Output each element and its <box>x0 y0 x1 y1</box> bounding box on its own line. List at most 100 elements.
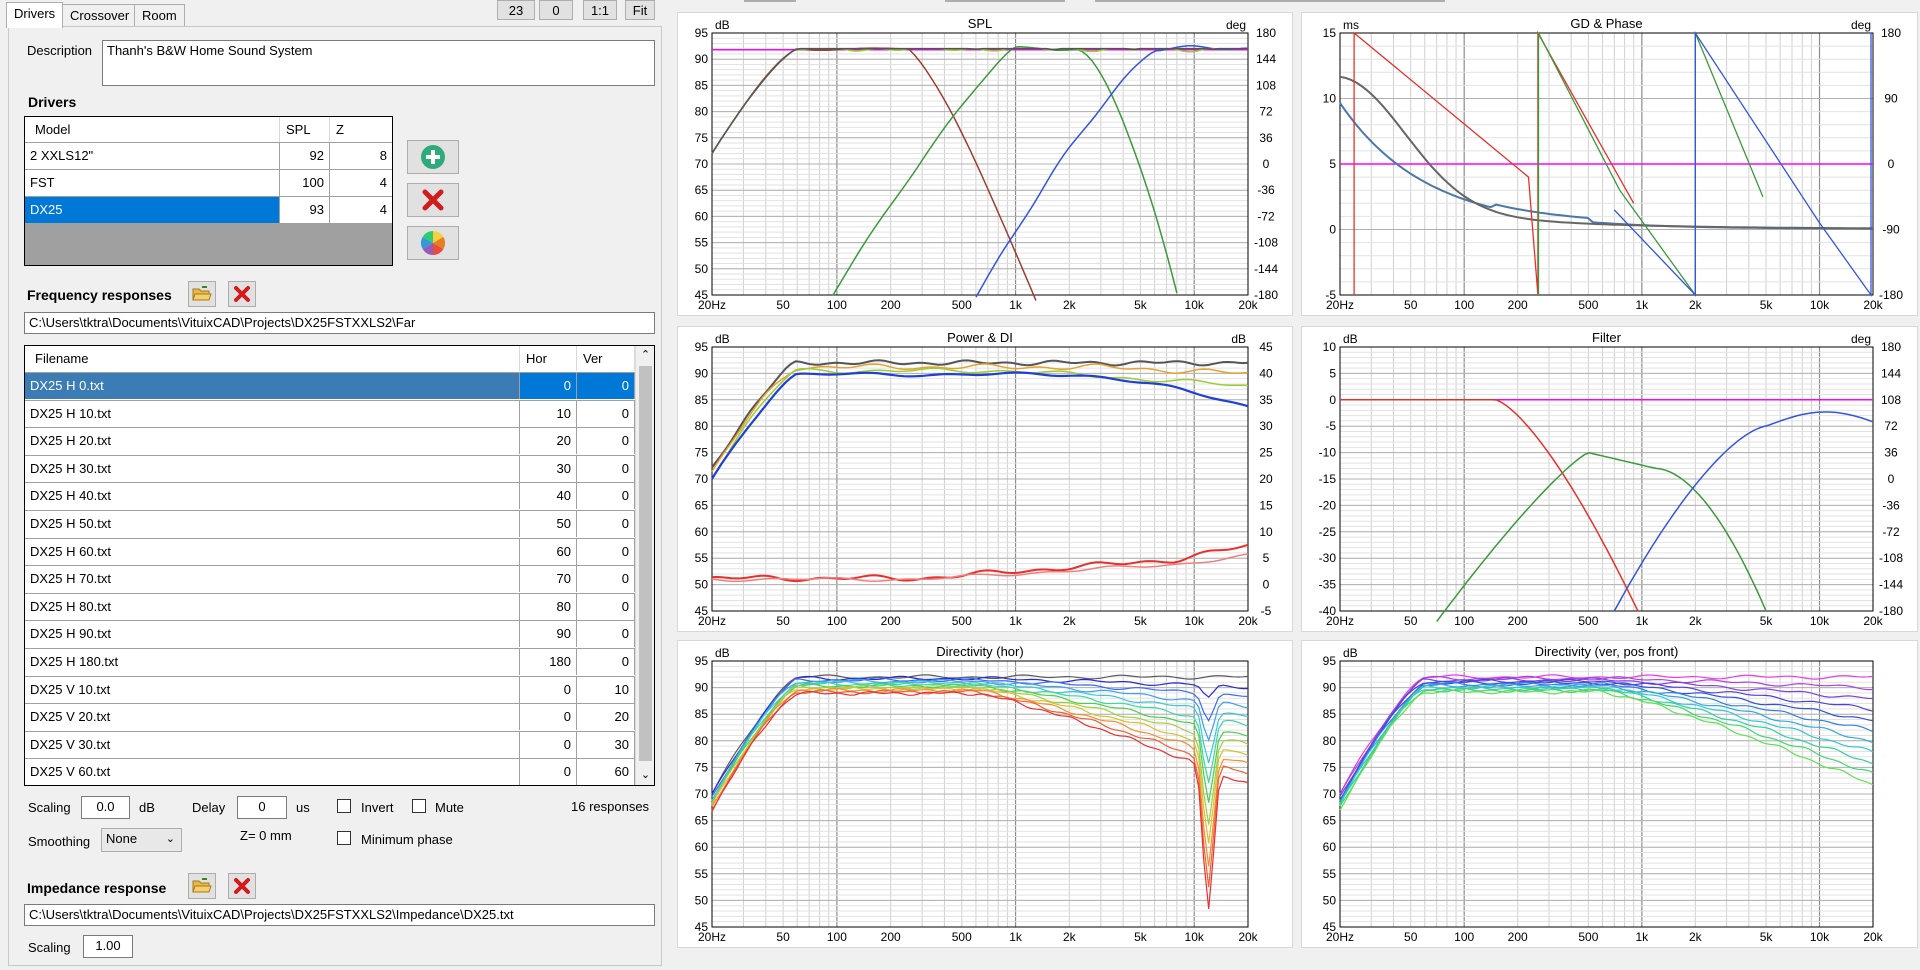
y-tick-label: 85 <box>695 393 709 407</box>
hidden-toolbar-edge <box>1095 0 1445 2</box>
toolbar-zero-button[interactable]: 0 <box>539 0 573 20</box>
frequency-ver: 20 <box>577 704 635 731</box>
frequency-responses-table: Filename Hor Ver DX25 H 0.txt 0 0 DX25 H 10… <box>24 345 655 786</box>
driver-spl: 100 <box>280 170 330 196</box>
scroll-up-icon[interactable]: ⌃ <box>636 346 654 364</box>
toolbar-1to1-button[interactable]: 1:1 <box>583 0 617 20</box>
impedance-path-field[interactable]: C:\Users\tktra\Documents\VituixCAD\Proje… <box>24 904 655 926</box>
invert-checkbox[interactable] <box>337 799 351 813</box>
open-frequency-folder-button[interactable] <box>188 281 216 307</box>
scrollbar-thumb[interactable] <box>639 366 652 761</box>
x-tick-label: 5k <box>1760 614 1774 628</box>
scrollbar[interactable]: ⌃ ⌄ <box>635 346 654 785</box>
y-tick-label: -20 <box>1319 498 1337 512</box>
scaling-field[interactable]: 0.0 <box>81 796 130 819</box>
frequency-row[interactable]: DX25 H 70.txt 70 0 <box>25 565 635 593</box>
frequency-row[interactable]: DX25 V 60.txt 0 60 <box>25 758 635 785</box>
scroll-down-icon[interactable]: ⌄ <box>636 766 654 784</box>
x-tick-label: 200 <box>881 298 901 312</box>
y-tick-label: 65 <box>695 498 709 512</box>
x-tick-label: 20Hz <box>1326 614 1354 628</box>
color-wheel-icon <box>420 231 446 255</box>
frequency-row[interactable]: DX25 H 10.txt 10 0 <box>25 399 635 427</box>
x-tick-label: 1k <box>1636 930 1650 944</box>
driver-row-selected[interactable]: DX25 93 4 <box>25 196 392 223</box>
smoothing-select[interactable]: None ⌄ <box>101 828 182 852</box>
tab-room[interactable]: Room <box>134 4 185 26</box>
delay-unit: us <box>296 800 310 815</box>
driver-row[interactable]: 2 XXLS12" 92 8 <box>25 142 392 169</box>
x-tick-label: 20Hz <box>1326 298 1354 312</box>
column-header-model[interactable]: Model <box>25 117 280 142</box>
description-field[interactable]: Thanh's B&W Home Sound System <box>102 40 655 86</box>
frequency-row[interactable]: DX25 H 50.txt 50 0 <box>25 510 635 537</box>
folder-open-icon <box>192 286 212 301</box>
frequency-row[interactable]: DX25 V 30.txt 0 30 <box>25 730 635 758</box>
column-header-filename[interactable]: Filename <box>25 346 520 371</box>
add-driver-button[interactable] <box>407 140 459 174</box>
frequency-row[interactable]: DX25 V 20.txt 0 20 <box>25 703 635 731</box>
driver-row[interactable]: FST 100 4 <box>25 169 392 196</box>
column-header-hor[interactable]: Hor <box>520 346 577 371</box>
toolbar-fit-button[interactable]: Fit <box>625 0 655 20</box>
tab-drivers[interactable]: Drivers <box>6 2 64 28</box>
directivity-ver-chart[interactable]: 95 90 85 80 75 70 65 60 55 50 45 20Hz 50 100 200 500 1k 2… <box>1301 640 1918 948</box>
frequency-row-selected[interactable]: DX25 H 0.txt 0 0 <box>25 372 635 399</box>
clear-impedance-button[interactable] <box>228 873 256 899</box>
gd-phase-chart[interactable]: 15 10 5 0 -5 180 90 0 -90 -180 deg 20Hz 50 100 200 500 1… <box>1301 12 1918 316</box>
y2-tick-label: 90 <box>1884 92 1898 106</box>
chevron-down-icon: ⌄ <box>165 833 175 845</box>
frequency-row[interactable]: DX25 V 10.txt 0 10 <box>25 675 635 703</box>
x-tick-label: 10k <box>1185 930 1205 944</box>
drivers-table-empty-area <box>25 223 392 265</box>
y2-tick-label: 72 <box>1884 419 1898 433</box>
column-header-spl[interactable]: SPL <box>280 117 330 142</box>
frequency-row[interactable]: DX25 H 60.txt 60 0 <box>25 537 635 565</box>
frequency-row[interactable]: DX25 H 40.txt 40 0 <box>25 482 635 510</box>
y-tick-label: 95 <box>1323 654 1337 668</box>
smoothing-label: Smoothing <box>28 834 91 849</box>
y2-tick-label: 72 <box>1259 105 1273 119</box>
y2-tick-label: 45 <box>1259 340 1273 354</box>
frequency-row[interactable]: DX25 H 180.txt 180 0 <box>25 648 635 675</box>
filter-chart[interactable]: 10 5 0 -5 -10 -15 -20 -25 -30 -35 -40 180 144 108 72 36… <box>1301 326 1918 632</box>
minimum-phase-checkbox[interactable] <box>337 831 351 845</box>
drivers-table: Model SPL Z 2 XXLS12" 92 8 FST 100 4 DX2… <box>24 116 393 266</box>
y2-tick-label: 108 <box>1881 393 1901 407</box>
y2-tick-label: 108 <box>1256 78 1276 92</box>
frequency-row[interactable]: DX25 H 80.txt 80 0 <box>25 592 635 620</box>
toolbar-value-button[interactable]: 23 <box>497 0 535 20</box>
y2-tick-label: 5 <box>1263 551 1270 565</box>
y2-tick-label: 144 <box>1881 366 1901 380</box>
directivity-hor-chart[interactable]: 95 90 85 80 75 70 65 60 55 50 45 20Hz 50 100 200 500 1k 2… <box>677 640 1293 948</box>
power-di-chart[interactable]: 95 90 85 80 75 70 65 60 55 50 45 45 40 35 30 25 20 15 10 5 0… <box>677 326 1293 632</box>
frequency-row[interactable]: DX25 H 30.txt 30 0 <box>25 454 635 482</box>
x-tick-label: 2k <box>1063 298 1077 312</box>
y2-tick-label: -72 <box>1257 209 1275 223</box>
clear-frequency-button[interactable] <box>228 281 256 307</box>
frequency-path-field[interactable]: C:\Users\tktra\Documents\VituixCAD\Proje… <box>24 312 655 334</box>
spl-chart[interactable]: 95 90 85 80 75 70 65 60 55 50 45 180 144 108 72 36 0 -36-… <box>677 12 1293 316</box>
y-tick-label: 70 <box>1323 787 1337 801</box>
column-header-z[interactable]: Z <box>330 117 392 142</box>
left-unit-label: dB <box>715 646 730 660</box>
y-tick-label: 50 <box>695 578 709 592</box>
delete-driver-button[interactable] <box>407 183 459 217</box>
column-header-ver[interactable]: Ver <box>577 346 635 371</box>
frequency-row[interactable]: DX25 H 90.txt 90 0 <box>25 620 635 648</box>
y-tick-label: 15 <box>1323 26 1337 40</box>
tab-crossover[interactable]: Crossover <box>62 4 138 26</box>
delay-field[interactable]: 0 <box>237 796 287 819</box>
y-tick-label: 0 <box>1329 393 1336 407</box>
x-tick-label: 200 <box>881 930 901 944</box>
driver-spl: 92 <box>280 143 330 169</box>
x-tick-label: 5k <box>1134 298 1148 312</box>
mute-checkbox[interactable] <box>412 799 426 813</box>
open-impedance-folder-button[interactable] <box>188 873 216 899</box>
frequency-filename: DX25 H 90.txt <box>25 621 520 648</box>
driver-color-button[interactable] <box>407 226 459 260</box>
frequency-row[interactable]: DX25 H 20.txt 20 0 <box>25 427 635 455</box>
y2-tick-label: 15 <box>1259 498 1273 512</box>
impedance-scaling-field[interactable]: 1.00 <box>83 935 133 958</box>
y-tick-label: 70 <box>695 472 709 486</box>
